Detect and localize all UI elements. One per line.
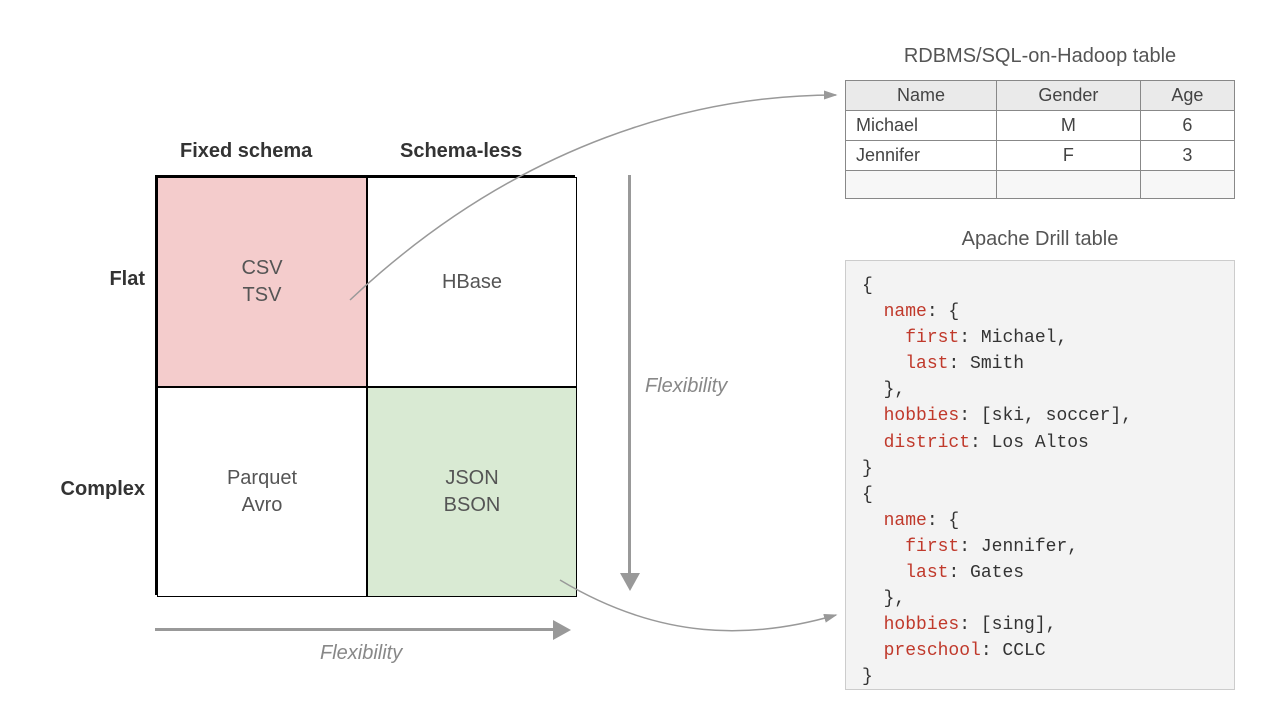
connector-bottom [560, 580, 836, 631]
cell-csv-tsv: CSVTSV [157, 177, 367, 387]
table-header-row: Name Gender Age [846, 81, 1235, 111]
cell-parquet-avro: ParquetAvro [157, 387, 367, 597]
th-age: Age [1140, 81, 1234, 111]
diagram-canvas: Fixed schema Schema-less Flat Complex CS… [0, 0, 1270, 726]
cell-name: Michael [846, 111, 997, 141]
drill-code-block: { name: { first: Michael, last: Smith },… [845, 260, 1235, 690]
cell-empty [846, 171, 997, 199]
col-header-schemaless: Schema-less [400, 140, 522, 163]
cell-json-bson: JSONBSON [367, 387, 577, 597]
cell-gender: M [996, 111, 1140, 141]
table-row-empty [846, 171, 1235, 199]
row-header-flat: Flat [65, 268, 145, 291]
arrow-line-h [155, 628, 555, 631]
col-header-fixed: Fixed schema [180, 140, 312, 163]
table-row: Michael M 6 [846, 111, 1235, 141]
cell-empty [996, 171, 1140, 199]
rdbms-title: RDBMS/SQL-on-Hadoop table [845, 45, 1235, 68]
table-row: Jennifer F 3 [846, 141, 1235, 171]
th-gender: Gender [996, 81, 1140, 111]
axis-label-v: Flexibility [645, 375, 727, 398]
axis-label-h: Flexibility [320, 642, 402, 665]
rdbms-table: Name Gender Age Michael M 6 Jennifer F 3 [845, 80, 1235, 199]
cell-age: 3 [1140, 141, 1234, 171]
row-header-complex: Complex [40, 478, 145, 501]
th-name: Name [846, 81, 997, 111]
quadrant-grid: CSVTSV HBase ParquetAvro JSONBSON [155, 175, 575, 595]
drill-title: Apache Drill table [845, 228, 1235, 251]
arrow-right-icon [553, 620, 571, 640]
arrow-down-icon [620, 573, 640, 591]
cell-empty [1140, 171, 1234, 199]
cell-gender: F [996, 141, 1140, 171]
arrow-line-v [628, 175, 631, 575]
cell-age: 6 [1140, 111, 1234, 141]
cell-name: Jennifer [846, 141, 997, 171]
cell-hbase: HBase [367, 177, 577, 387]
